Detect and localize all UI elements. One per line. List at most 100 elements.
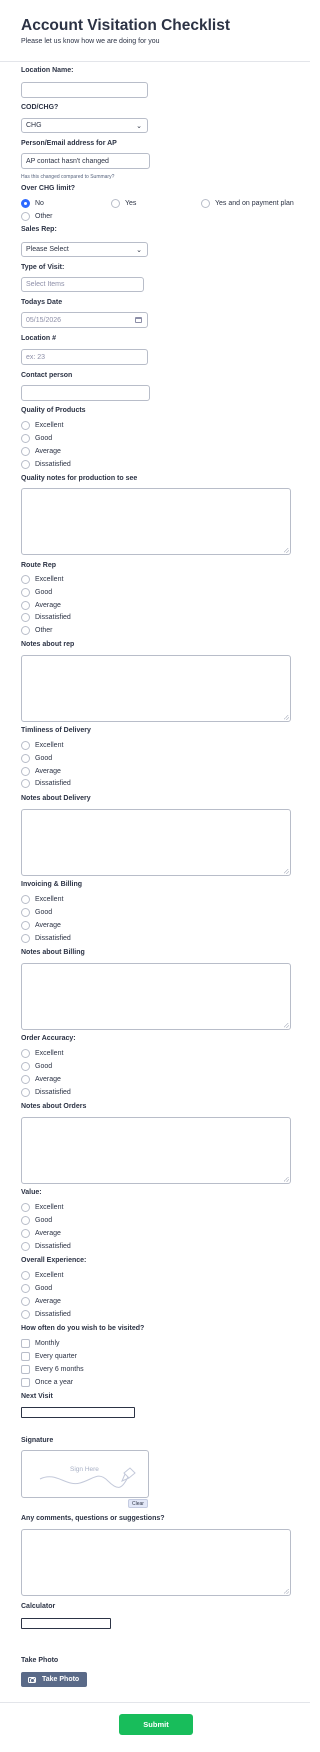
radio-icon[interactable] bbox=[21, 1049, 30, 1058]
radio-icon[interactable] bbox=[21, 575, 30, 584]
radio-icon[interactable] bbox=[21, 1229, 30, 1238]
notes-billing-textarea[interactable] bbox=[21, 963, 291, 1030]
resize-grip-icon[interactable] bbox=[284, 548, 289, 553]
order-accuracy-option[interactable]: Dissatisfied bbox=[21, 1088, 71, 1097]
route-rep-option[interactable]: Good bbox=[21, 588, 52, 597]
notes-delivery-textarea[interactable] bbox=[21, 809, 291, 876]
quality-products-option[interactable]: Average bbox=[21, 447, 61, 456]
order-accuracy-option[interactable]: Average bbox=[21, 1075, 61, 1084]
location-name-input[interactable] bbox=[21, 82, 148, 98]
resize-grip-icon[interactable] bbox=[284, 1177, 289, 1182]
radio-icon[interactable] bbox=[21, 1271, 30, 1280]
radio-icon[interactable] bbox=[21, 895, 30, 904]
radio-icon[interactable] bbox=[111, 199, 120, 208]
cod-chg-select[interactable]: CHG ⌄ bbox=[21, 118, 148, 133]
checkbox-icon[interactable] bbox=[21, 1378, 30, 1387]
order-accuracy-option[interactable]: Good bbox=[21, 1062, 52, 1071]
radio-icon[interactable] bbox=[21, 1297, 30, 1306]
clear-signature-button[interactable]: Clear bbox=[128, 1499, 148, 1508]
radio-icon[interactable] bbox=[21, 1310, 30, 1319]
radio-selected-icon[interactable] bbox=[21, 199, 30, 208]
submit-button[interactable]: Submit bbox=[119, 1714, 193, 1735]
signature-pad[interactable]: Sign Here bbox=[21, 1450, 149, 1498]
radio-icon[interactable] bbox=[21, 908, 30, 917]
value-option[interactable]: Good bbox=[21, 1216, 52, 1225]
value-option[interactable]: Excellent bbox=[21, 1203, 63, 1212]
calendar-icon[interactable] bbox=[135, 317, 142, 323]
over-chg-option-yes[interactable]: Yes bbox=[111, 199, 136, 208]
radio-icon[interactable] bbox=[21, 1203, 30, 1212]
radio-icon[interactable] bbox=[21, 754, 30, 763]
radio-icon[interactable] bbox=[21, 434, 30, 443]
radio-icon[interactable] bbox=[21, 767, 30, 776]
radio-icon[interactable] bbox=[21, 447, 30, 456]
visit-frequency-option[interactable]: Once a year bbox=[21, 1378, 73, 1387]
location-number-input[interactable]: ex: 23 bbox=[21, 349, 148, 365]
resize-grip-icon[interactable] bbox=[284, 1589, 289, 1594]
resize-grip-icon[interactable] bbox=[284, 1023, 289, 1028]
quality-products-option[interactable]: Excellent bbox=[21, 421, 63, 430]
overall-experience-option[interactable]: Dissatisfied bbox=[21, 1310, 71, 1319]
notes-rep-textarea[interactable] bbox=[21, 655, 291, 722]
checkbox-icon[interactable] bbox=[21, 1339, 30, 1348]
over-chg-option-yes-payment-plan[interactable]: Yes and on payment plan bbox=[201, 199, 294, 208]
value-option[interactable]: Dissatisfied bbox=[21, 1242, 71, 1251]
comments-textarea[interactable] bbox=[21, 1529, 291, 1596]
person-email-input[interactable]: AP contact hasn't changed bbox=[21, 153, 150, 169]
todays-date-input[interactable]: 05/15/2026 bbox=[21, 312, 148, 328]
radio-icon[interactable] bbox=[21, 1242, 30, 1251]
route-rep-option[interactable]: Other bbox=[21, 626, 53, 635]
over-chg-option-no[interactable]: No bbox=[21, 199, 44, 208]
invoicing-option[interactable]: Dissatisfied bbox=[21, 934, 71, 943]
sales-rep-select[interactable]: Please Select ⌄ bbox=[21, 242, 148, 257]
route-rep-option[interactable]: Dissatisfied bbox=[21, 613, 71, 622]
invoicing-option[interactable]: Average bbox=[21, 921, 61, 930]
order-accuracy-option[interactable]: Excellent bbox=[21, 1049, 63, 1058]
radio-icon[interactable] bbox=[21, 613, 30, 622]
quality-products-option[interactable]: Good bbox=[21, 434, 52, 443]
quality-notes-textarea[interactable] bbox=[21, 488, 291, 555]
timeliness-option[interactable]: Excellent bbox=[21, 741, 63, 750]
invoicing-option[interactable]: Good bbox=[21, 908, 52, 917]
radio-icon[interactable] bbox=[21, 588, 30, 597]
overall-experience-option[interactable]: Average bbox=[21, 1297, 61, 1306]
notes-orders-textarea[interactable] bbox=[21, 1117, 291, 1184]
radio-icon[interactable] bbox=[21, 934, 30, 943]
value-option[interactable]: Average bbox=[21, 1229, 61, 1238]
route-rep-option[interactable]: Excellent bbox=[21, 575, 63, 584]
resize-grip-icon[interactable] bbox=[284, 715, 289, 720]
contact-person-input[interactable] bbox=[21, 385, 150, 401]
radio-icon[interactable] bbox=[21, 601, 30, 610]
radio-icon[interactable] bbox=[21, 1062, 30, 1071]
radio-icon[interactable] bbox=[21, 1088, 30, 1097]
radio-icon[interactable] bbox=[21, 741, 30, 750]
timeliness-option[interactable]: Dissatisfied bbox=[21, 779, 71, 788]
checkbox-icon[interactable] bbox=[21, 1365, 30, 1374]
radio-icon[interactable] bbox=[21, 921, 30, 930]
calculator-input[interactable] bbox=[21, 1618, 111, 1629]
resize-grip-icon[interactable] bbox=[284, 869, 289, 874]
radio-icon[interactable] bbox=[21, 1284, 30, 1293]
invoicing-option[interactable]: Excellent bbox=[21, 895, 63, 904]
radio-icon[interactable] bbox=[21, 1075, 30, 1084]
over-chg-option-other[interactable]: Other bbox=[21, 212, 53, 221]
visit-frequency-option[interactable]: Monthly bbox=[21, 1339, 60, 1348]
radio-icon[interactable] bbox=[21, 779, 30, 788]
overall-experience-option[interactable]: Excellent bbox=[21, 1271, 63, 1280]
radio-icon[interactable] bbox=[21, 212, 30, 221]
radio-icon[interactable] bbox=[21, 626, 30, 635]
route-rep-option[interactable]: Average bbox=[21, 601, 61, 610]
timeliness-option[interactable]: Average bbox=[21, 767, 61, 776]
checkbox-icon[interactable] bbox=[21, 1352, 30, 1361]
radio-icon[interactable] bbox=[21, 1216, 30, 1225]
overall-experience-option[interactable]: Good bbox=[21, 1284, 52, 1293]
timeliness-option[interactable]: Good bbox=[21, 754, 52, 763]
type-of-visit-input[interactable]: Select Items bbox=[21, 277, 144, 292]
radio-icon[interactable] bbox=[201, 199, 210, 208]
radio-icon[interactable] bbox=[21, 421, 30, 430]
quality-products-option[interactable]: Dissatisfied bbox=[21, 460, 71, 469]
visit-frequency-option[interactable]: Every quarter bbox=[21, 1352, 77, 1361]
take-photo-button[interactable]: Take Photo bbox=[21, 1672, 87, 1687]
radio-icon[interactable] bbox=[21, 460, 30, 469]
next-visit-input[interactable] bbox=[21, 1407, 135, 1418]
